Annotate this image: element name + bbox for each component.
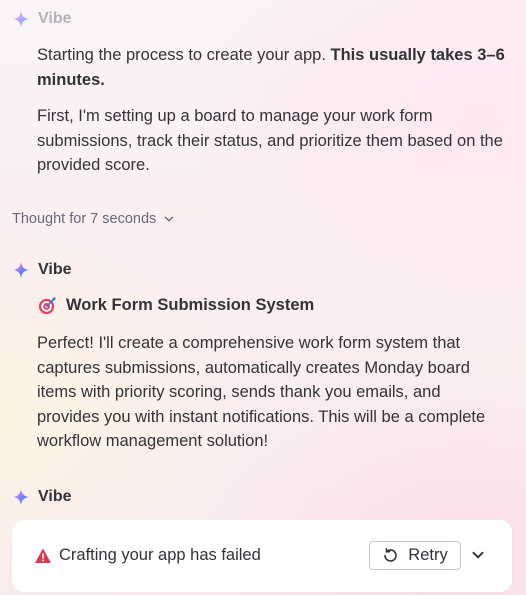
thought-label: Thought for 7 seconds	[12, 211, 157, 227]
agent-name: Vibe	[38, 488, 72, 505]
app-title: Work Form Submission System	[38, 296, 314, 315]
warning-icon	[35, 548, 51, 563]
message-1-body: First, I'm setting up a board to manage …	[37, 107, 503, 174]
agent-header: Vibe	[12, 10, 72, 28]
vibe-sparkle-icon	[12, 10, 30, 28]
message-1-intro-text: Starting the process to create your app.	[37, 46, 331, 64]
agent-name: Vibe	[38, 10, 72, 27]
agent-header: Vibe	[12, 488, 72, 506]
failure-message: Crafting your app has failed	[35, 546, 261, 565]
thought-toggle[interactable]: Thought for 7 seconds	[12, 211, 176, 227]
chevron-down-icon	[165, 216, 174, 222]
retry-button[interactable]: Retry	[369, 541, 461, 570]
message-2-body: Perfect! I'll create a comprehensive wor…	[37, 334, 486, 450]
failure-text: Crafting your app has failed	[59, 546, 261, 564]
chevron-down-icon[interactable]	[470, 547, 486, 563]
message-1-intro: Starting the process to create your app.…	[37, 43, 507, 92]
app-title-text: Work Form Submission System	[66, 296, 315, 314]
failure-card: Crafting your app has failed Retry	[12, 520, 512, 592]
vibe-sparkle-icon	[12, 261, 30, 279]
refresh-icon	[384, 547, 398, 562]
vibe-sparkle-icon	[12, 488, 30, 506]
agent-name: Vibe	[38, 261, 72, 278]
target-icon	[38, 297, 56, 315]
retry-label: Retry	[408, 546, 448, 564]
agent-header: Vibe	[12, 261, 72, 279]
